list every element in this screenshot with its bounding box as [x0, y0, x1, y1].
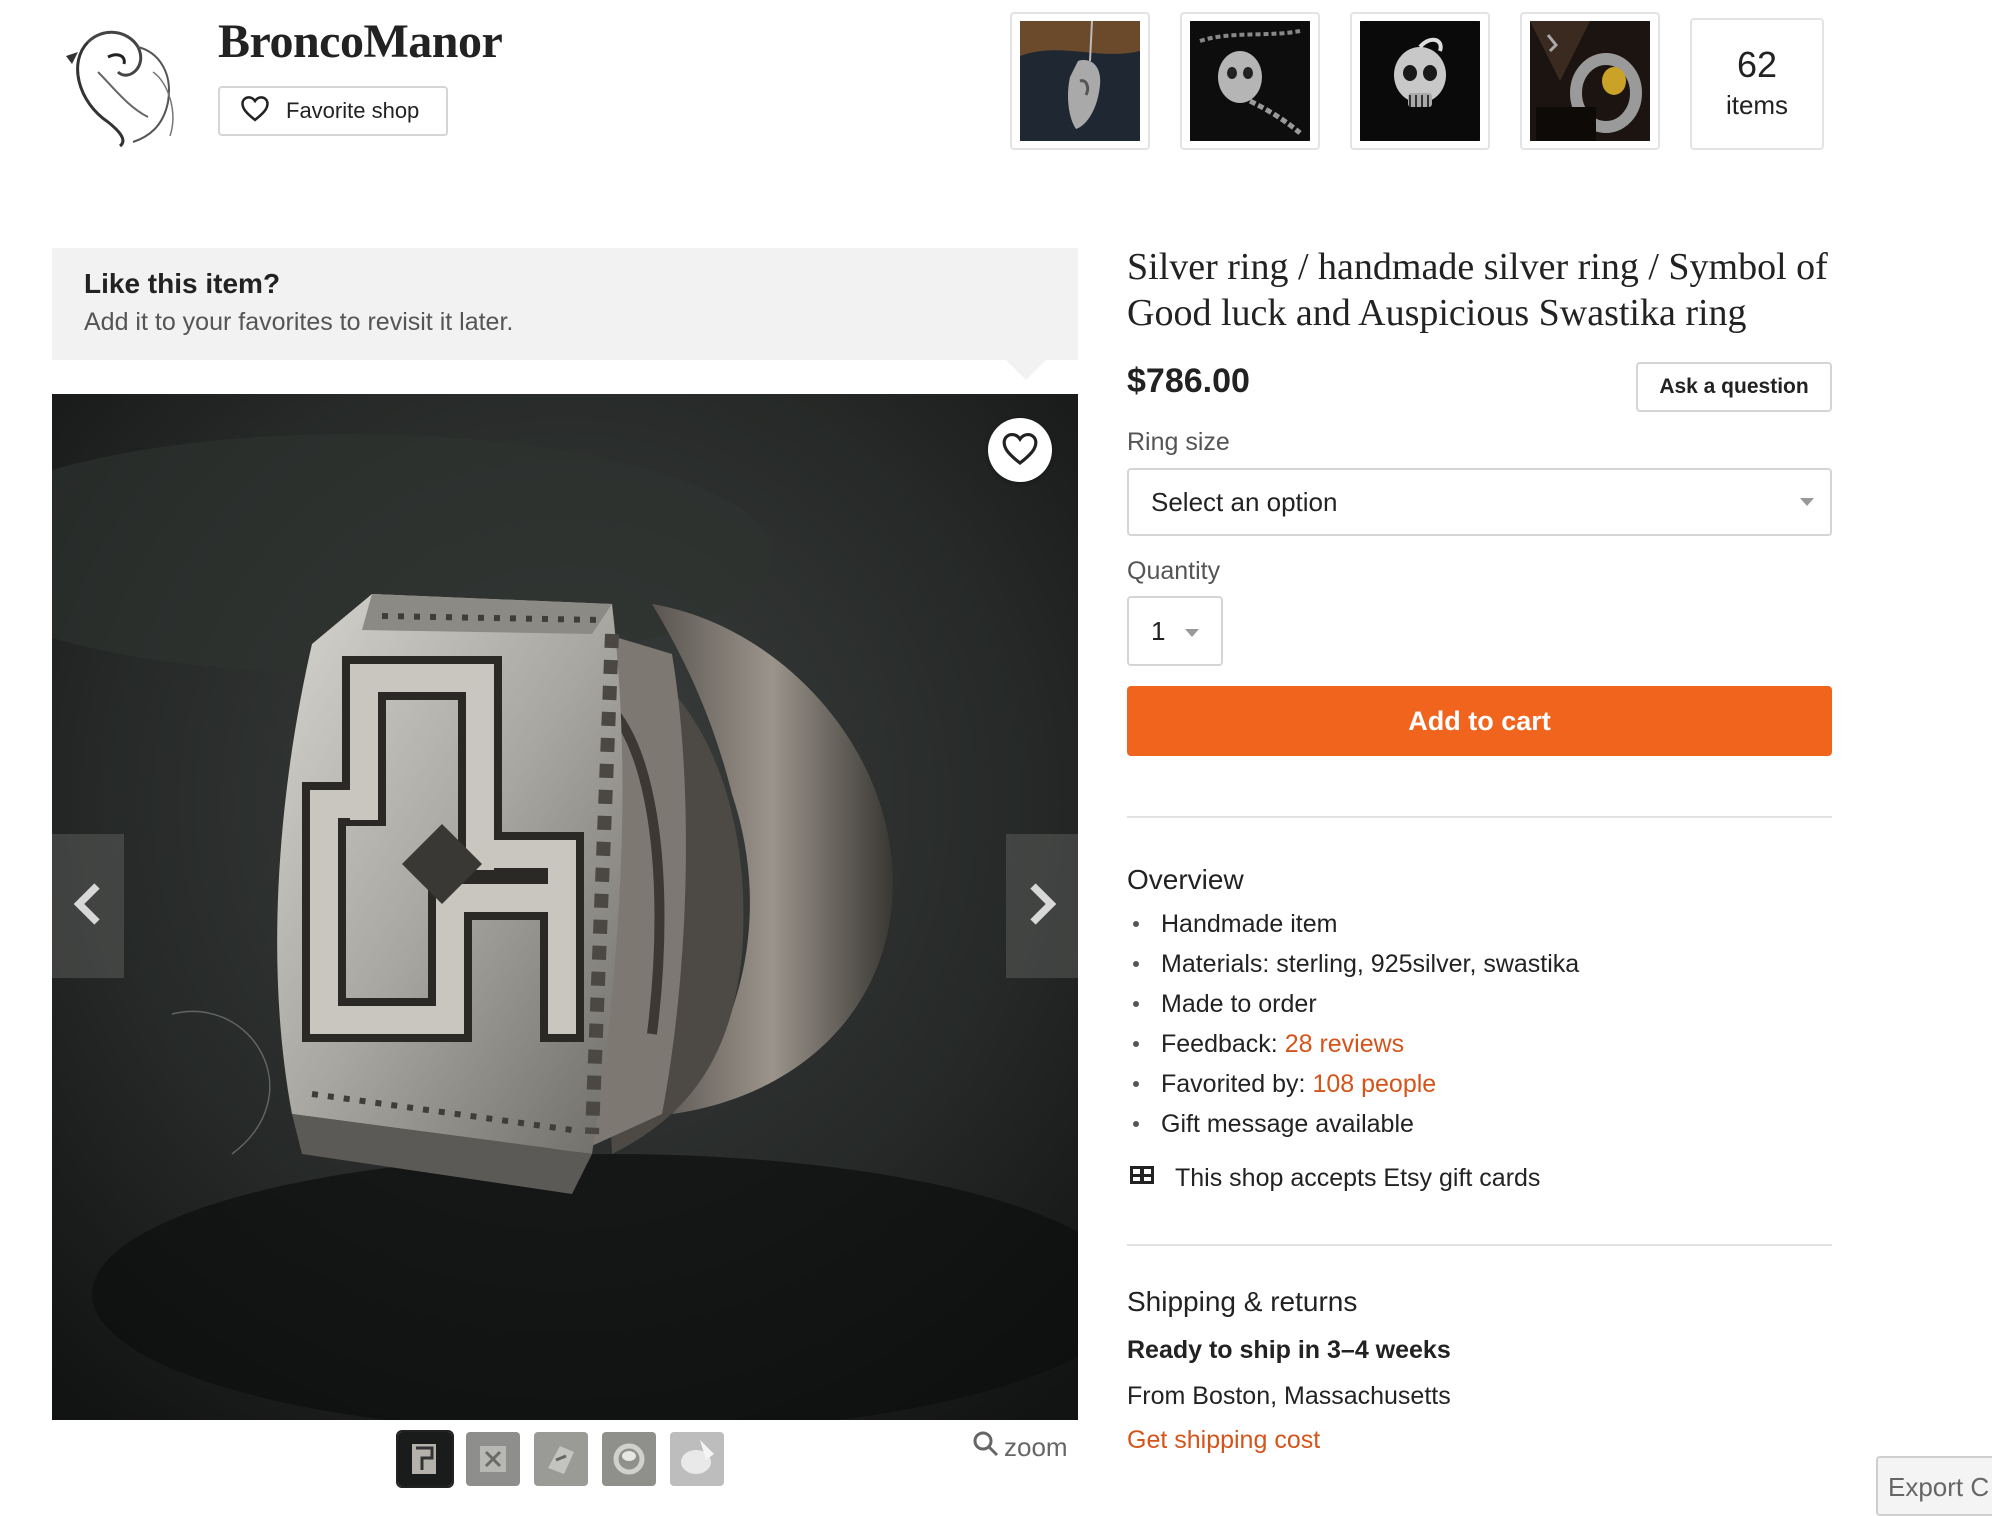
- favorite-prompt-title: Like this item?: [84, 268, 281, 299]
- quantity-label: Quantity: [1127, 557, 1221, 585]
- ring-size-value: Select an option: [1151, 486, 1338, 517]
- bullet: [1133, 921, 1139, 927]
- list-item: Feedback: 28 reviews: [1127, 1024, 1579, 1064]
- main-listing-image[interactable]: [52, 394, 1078, 1420]
- favorited-by-link[interactable]: 108 people: [1312, 1064, 1436, 1104]
- chevron-right-icon: [1027, 880, 1057, 933]
- caret-down-icon: [1800, 498, 1814, 506]
- export-button[interactable]: Export C: [1876, 1456, 1992, 1516]
- favorite-prompt-subtitle: Add it to your favorites to revisit it l…: [84, 308, 514, 336]
- ring-size-select[interactable]: Select an option: [1127, 468, 1832, 536]
- divider: [1127, 1244, 1832, 1246]
- shop-item-count[interactable]: 62 items: [1690, 18, 1824, 150]
- overview-item-text: Feedback:: [1161, 1030, 1285, 1058]
- gift-card-text: This shop accepts Etsy gift cards: [1175, 1164, 1541, 1192]
- reviews-link[interactable]: 28 reviews: [1285, 1024, 1405, 1064]
- skull-pendant-photo-icon: [1359, 21, 1481, 141]
- magnifier-icon: [972, 1430, 1000, 1465]
- gallery-thumbnail[interactable]: [534, 1432, 588, 1486]
- shop-name[interactable]: BroncoManor: [218, 14, 503, 69]
- list-item: Handmade item: [1127, 904, 1579, 944]
- gift-card-notice: This shop accepts Etsy gift cards: [1127, 1164, 1540, 1193]
- featured-item-1[interactable]: [1010, 12, 1150, 150]
- quantity-select[interactable]: 1: [1127, 596, 1223, 666]
- gallery-thumbnail[interactable]: [396, 1430, 454, 1488]
- list-item: Made to order: [1127, 984, 1579, 1024]
- pendant-photo-icon: [1019, 21, 1141, 141]
- heart-icon: [1001, 430, 1039, 471]
- divider: [1127, 816, 1832, 818]
- list-item: Gift message available: [1127, 1104, 1579, 1144]
- ships-from-text: From Boston, Massachusetts: [1127, 1382, 1451, 1410]
- gold-ring-photo-icon: [1529, 21, 1651, 141]
- favorite-item-button[interactable]: [988, 418, 1052, 482]
- zoom-label: zoom: [1004, 1432, 1068, 1462]
- previous-image-button[interactable]: [52, 834, 124, 978]
- overview-item-text: Materials: sterling, 925silver, swastika: [1161, 950, 1580, 978]
- shop-logo[interactable]: [58, 12, 190, 148]
- bullet: [1133, 1041, 1139, 1047]
- item-count-number: 62: [1736, 44, 1778, 85]
- overview-item-text: Made to order: [1161, 990, 1317, 1018]
- shipping-cost-link[interactable]: Get shipping cost: [1127, 1426, 1320, 1455]
- favorite-prompt-banner: Like this item? Add it to your favorites…: [52, 248, 1078, 360]
- banner-pointer: [1004, 358, 1048, 380]
- featured-item-3[interactable]: [1350, 12, 1490, 150]
- caret-down-icon: [1185, 629, 1199, 637]
- featured-item-4[interactable]: [1520, 12, 1660, 150]
- favorite-shop-button[interactable]: Favorite shop: [218, 86, 448, 136]
- bullet: [1133, 961, 1139, 967]
- bullet: [1133, 1001, 1139, 1007]
- gallery-thumbnail[interactable]: [466, 1432, 520, 1486]
- chevron-left-icon: [73, 880, 103, 933]
- featured-item-2[interactable]: [1180, 12, 1320, 150]
- list-item: Favorited by: 108 people: [1127, 1064, 1579, 1104]
- overview-item-text: Favorited by:: [1161, 1070, 1313, 1098]
- gallery-thumbnail[interactable]: [670, 1432, 724, 1486]
- gift-card-icon: [1127, 1164, 1175, 1193]
- skull-chain-photo-icon: [1189, 21, 1311, 141]
- ready-to-ship-text: Ready to ship in 3–4 weeks: [1127, 1336, 1451, 1364]
- gallery-thumbnail[interactable]: [602, 1432, 656, 1486]
- add-to-cart-button[interactable]: Add to cart: [1127, 686, 1832, 756]
- overview-item-text: Gift message available: [1161, 1110, 1414, 1138]
- bullet: [1133, 1081, 1139, 1087]
- bullet: [1133, 1121, 1139, 1127]
- overview-item-text: Handmade item: [1161, 910, 1338, 938]
- item-count-label: items: [1725, 90, 1789, 120]
- shipping-heading: Shipping & returns: [1127, 1286, 1358, 1317]
- ask-question-button[interactable]: Ask a question: [1636, 362, 1832, 412]
- ring-photo-icon: [52, 394, 1078, 1420]
- next-image-button[interactable]: [1006, 834, 1078, 978]
- list-item: Materials: sterling, 925silver, swastika: [1127, 944, 1579, 984]
- zoom-link[interactable]: zoom: [972, 1430, 1068, 1465]
- listing-title: Silver ring / handmade silver ring / Sym…: [1127, 246, 1828, 334]
- ring-size-label: Ring size: [1127, 428, 1230, 456]
- listing-price: $786.00: [1127, 362, 1250, 400]
- overview-list: Handmade item Materials: sterling, 925si…: [1127, 904, 1579, 1144]
- favorite-shop-label: Favorite shop: [286, 98, 420, 123]
- quantity-value: 1: [1151, 615, 1166, 646]
- heart-icon: [240, 94, 270, 128]
- overview-heading: Overview: [1127, 864, 1244, 895]
